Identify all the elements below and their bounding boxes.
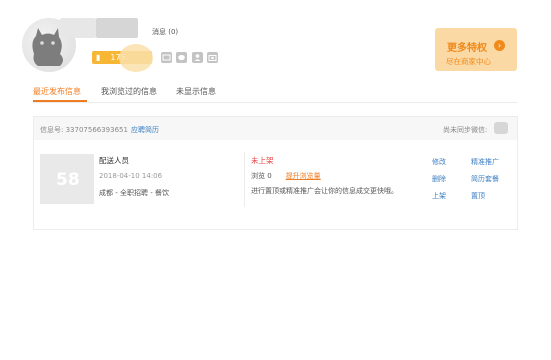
listing-category: 成都 - 全职招聘 - 餐饮 [99,189,169,197]
username-blurred [60,18,96,38]
resume-package-button[interactable]: 简历套餐 [471,174,499,184]
messages-link[interactable]: 消息 (0) [152,27,178,37]
edit-button[interactable]: 修改 [432,157,446,167]
promotion-tip: 进行置顶或精准推广会让你的信息成交更快哦。 [251,187,398,195]
boost-views-link[interactable]: 提升浏览量 [286,172,321,180]
tab-viewed[interactable]: 我浏览过的信息 [101,86,157,97]
wechat-sync-icon[interactable] [494,122,508,134]
listing-date: 2018-04-10 14:06 [99,172,163,180]
username-blurred-2 [96,18,138,38]
info-number-value: 33707566393651 [65,126,128,134]
wechat-icon[interactable] [176,52,187,63]
tab-recent-posts[interactable]: 最近发布信息 [33,86,81,97]
thumbnail-logo: 58 [56,170,80,190]
pin-top-button[interactable]: 置顶 [471,191,485,201]
precise-promotion-button[interactable]: 精准推广 [471,157,499,167]
phone-blur [119,44,153,72]
card-divider [244,152,245,207]
info-number: 信息号: 33707566393651 应聘简历 [40,125,159,135]
id-card-icon[interactable] [161,52,172,63]
info-number-label: 信息号: [40,126,66,134]
tab-hidden[interactable]: 未显示信息 [176,86,216,97]
resume-link[interactable]: 应聘简历 [131,126,159,134]
promo-subtitle: 尽在商家中心 [446,57,491,66]
list-button[interactable]: 上架 [432,191,446,201]
status-badge: 未上架 [251,156,274,165]
views-count: 浏览 0 [251,172,272,180]
arrow-right-icon: › [494,40,505,51]
wechat-sync-label: 尚未同步微信: [443,126,488,134]
listing-title[interactable]: 配送人员 [99,155,129,166]
views-row: 浏览 0 提升浏览量 [251,171,321,181]
tab-divider [33,102,518,103]
user-icon[interactable] [192,52,203,63]
delete-button[interactable]: 删除 [432,174,446,184]
promo-title: 更多特权 [447,43,487,54]
camera-icon[interactable] [207,52,218,63]
phone-icon: ▮ [96,53,101,62]
